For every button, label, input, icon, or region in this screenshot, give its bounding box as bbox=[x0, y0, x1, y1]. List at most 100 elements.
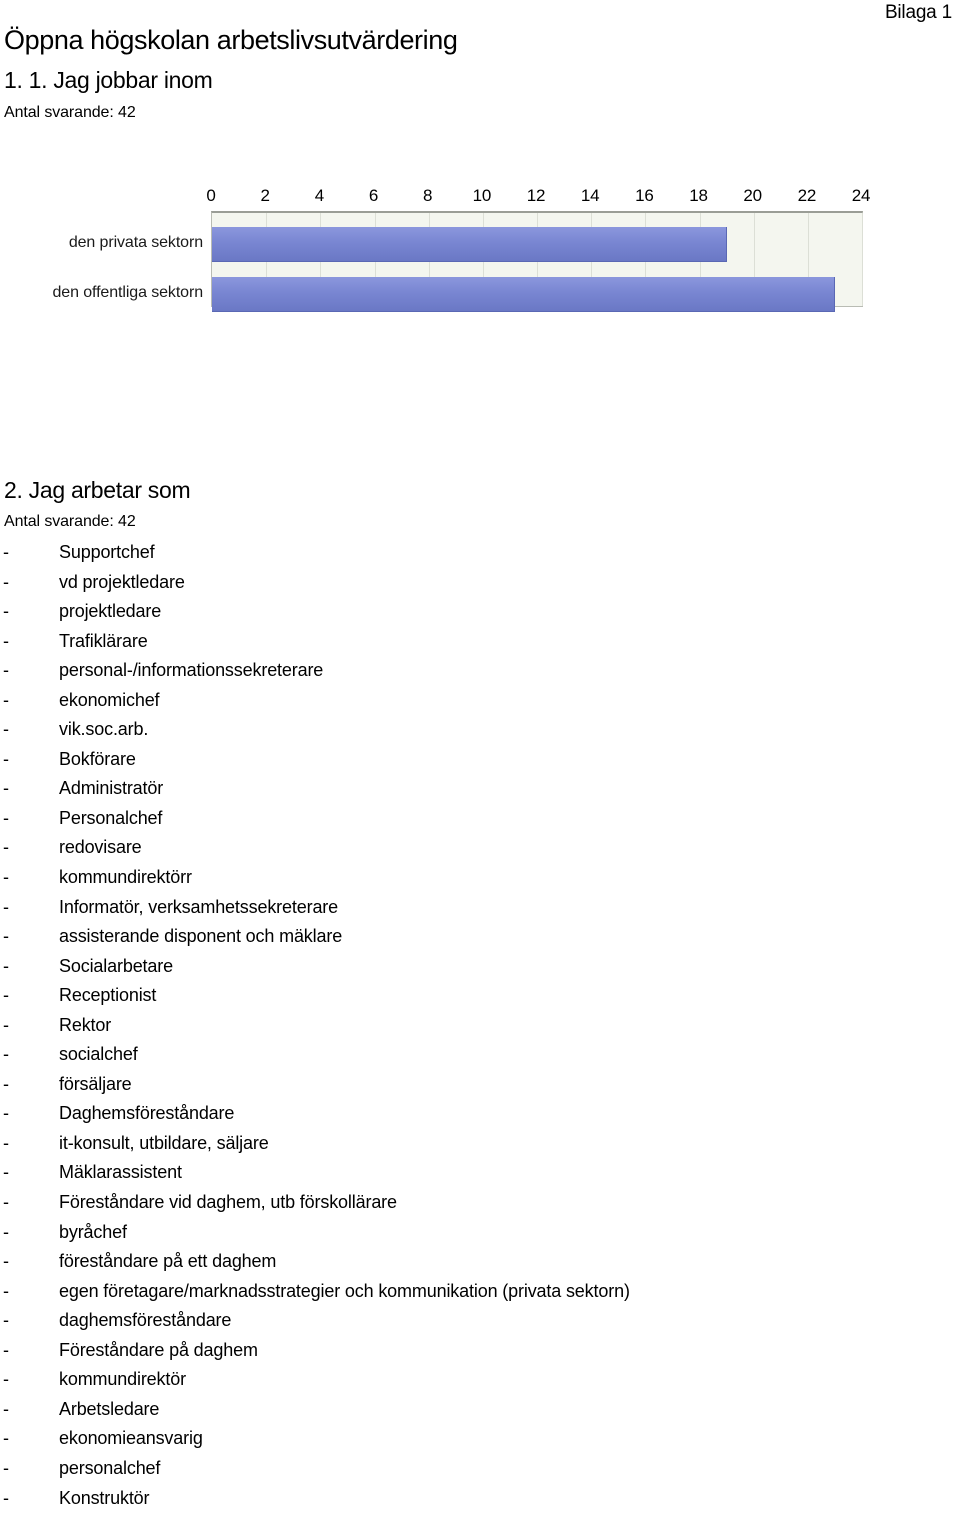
x-axis-tick-label: 0 bbox=[206, 185, 215, 206]
answer-text: projektledare bbox=[59, 597, 161, 627]
answer-list-item: - socialchef bbox=[0, 1040, 960, 1070]
answer-list-item: - Personalchef bbox=[0, 804, 960, 834]
bullet-dash: - bbox=[3, 922, 9, 952]
bullet-dash: - bbox=[3, 804, 9, 834]
answer-text: socialchef bbox=[59, 1040, 138, 1070]
answer-list-item: - försäljare bbox=[0, 1070, 960, 1100]
answer-list-item: - vd projektledare bbox=[0, 568, 960, 598]
bullet-dash: - bbox=[3, 1484, 9, 1513]
question2-respondents: Antal svarande: 42 bbox=[4, 512, 136, 532]
answer-text: personalchef bbox=[59, 1454, 160, 1484]
chart-category-label: den privata sektorn bbox=[3, 233, 203, 253]
answer-list-item: -personalchef bbox=[0, 1454, 960, 1484]
answer-text: Informatör, verksamhetssekreterare bbox=[59, 893, 338, 923]
answer-text: Receptionist bbox=[59, 981, 156, 1011]
answer-list-item: -ekonomichef bbox=[0, 686, 960, 716]
bullet-dash: - bbox=[3, 568, 9, 598]
x-axis-tick-label: 6 bbox=[369, 185, 378, 206]
answer-text: Socialarbetare bbox=[59, 952, 173, 982]
bullet-dash: - bbox=[3, 1099, 9, 1129]
answer-text: Mäklarassistent bbox=[59, 1158, 182, 1188]
chart-gridline bbox=[862, 213, 863, 306]
answer-text: egen företagare/marknadsstrategier och k… bbox=[59, 1277, 630, 1307]
answer-list-item: - vik.soc.arb. bbox=[0, 715, 960, 745]
question1-respondents: Antal svarande: 42 bbox=[4, 103, 136, 123]
bullet-dash: - bbox=[3, 981, 9, 1011]
answer-list-item: - Mäklarassistent bbox=[0, 1158, 960, 1188]
answer-text: vik.soc.arb. bbox=[59, 715, 148, 745]
answer-text: Daghemsföreståndare bbox=[59, 1099, 234, 1129]
x-axis-tick-label: 12 bbox=[527, 185, 546, 206]
answer-text: Föreståndare vid daghem, utb förskollära… bbox=[59, 1188, 397, 1218]
answer-text: Konstruktör bbox=[59, 1484, 149, 1513]
answer-list-item: - assisterande disponent och mäklare bbox=[0, 922, 960, 952]
bullet-dash: - bbox=[3, 863, 9, 893]
answer-text: kommundirektör bbox=[59, 1365, 186, 1395]
answer-text: byråchef bbox=[59, 1218, 127, 1248]
bullet-dash: - bbox=[3, 745, 9, 775]
bullet-dash: - bbox=[3, 1129, 9, 1159]
x-axis-tick-label: 2 bbox=[261, 185, 270, 206]
answer-list-item: - projektledare bbox=[0, 597, 960, 627]
bullet-dash: - bbox=[3, 627, 9, 657]
bullet-dash: - bbox=[3, 656, 9, 686]
answer-list-item: -Arbetsledare bbox=[0, 1395, 960, 1425]
question2-answer-list: -Supportchef-vd projektledare-projektled… bbox=[0, 538, 960, 1513]
answer-list-item: - ekonomieansvarig bbox=[0, 1424, 960, 1454]
answer-list-item: -Administratör bbox=[0, 774, 960, 804]
bullet-dash: - bbox=[3, 952, 9, 982]
answer-list-item: -kommundirektör bbox=[0, 1365, 960, 1395]
bullet-dash: - bbox=[3, 597, 9, 627]
question2-title: 2. Jag arbetar som bbox=[4, 476, 190, 504]
answer-text: Rektor bbox=[59, 1011, 111, 1041]
bullet-dash: - bbox=[3, 1011, 9, 1041]
bullet-dash: - bbox=[3, 1040, 9, 1070]
x-axis-tick-label: 14 bbox=[581, 185, 600, 206]
answer-list-item: -Supportchef bbox=[0, 538, 960, 568]
x-axis-tick-label: 16 bbox=[635, 185, 654, 206]
answer-text: Bokförare bbox=[59, 745, 136, 775]
answer-text: daghemsföreståndare bbox=[59, 1306, 231, 1336]
bullet-dash: - bbox=[3, 1218, 9, 1248]
bullet-dash: - bbox=[3, 1247, 9, 1277]
bullet-dash: - bbox=[3, 1070, 9, 1100]
x-axis-tick-label: 22 bbox=[798, 185, 817, 206]
bullet-dash: - bbox=[3, 715, 9, 745]
answer-text: personal-/informationssekreterare bbox=[59, 656, 323, 686]
bullet-dash: - bbox=[3, 1188, 9, 1218]
bullet-dash: - bbox=[3, 1277, 9, 1307]
bullet-dash: - bbox=[3, 1424, 9, 1454]
appendix-label: Bilaga 1 bbox=[885, 2, 952, 24]
answer-list-item: - Föreståndare vid daghem, utb förskollär… bbox=[0, 1188, 960, 1218]
bullet-dash: - bbox=[3, 1336, 9, 1366]
answer-text: försäljare bbox=[59, 1070, 132, 1100]
answer-text: Personalchef bbox=[59, 804, 162, 834]
answer-text: ekonomieansvarig bbox=[59, 1424, 203, 1454]
answer-list-item: - it-konsult, utbildare, säljare bbox=[0, 1129, 960, 1159]
answer-text: föreståndare på ett daghem bbox=[59, 1247, 276, 1277]
answer-list-item: - egen företagare/marknadsstrategier och … bbox=[0, 1277, 960, 1307]
answer-list-item: - föreståndare på ett daghem bbox=[0, 1247, 960, 1277]
bullet-dash: - bbox=[3, 774, 9, 804]
answer-list-item: - personal-/informationssekreterare bbox=[0, 656, 960, 686]
chart-bar bbox=[212, 277, 835, 312]
answer-list-item: - Receptionist bbox=[0, 981, 960, 1011]
answer-list-item: - Trafiklärare bbox=[0, 627, 960, 657]
bullet-dash: - bbox=[3, 1158, 9, 1188]
document-title: Öppna högskolan arbetslivsutvärdering bbox=[4, 24, 457, 56]
question1-title: 1. 1. Jag jobbar inom bbox=[4, 66, 213, 94]
answer-list-item: - Informatör, verksamhetssekreterare bbox=[0, 893, 960, 923]
answer-text: vd projektledare bbox=[59, 568, 185, 598]
chart-x-axis: 024681012141618202224 bbox=[211, 185, 861, 209]
chart-bar bbox=[212, 227, 727, 262]
answer-list-item: - kommundirektörr bbox=[0, 863, 960, 893]
answer-text: Trafiklärare bbox=[59, 627, 148, 657]
answer-text: kommundirektörr bbox=[59, 863, 192, 893]
x-axis-tick-label: 18 bbox=[689, 185, 708, 206]
question1-bar-chart: 024681012141618202224 den privata sektor… bbox=[0, 185, 880, 320]
bullet-dash: - bbox=[3, 893, 9, 923]
chart-category-labels: den privata sektornden offentliga sektor… bbox=[0, 211, 203, 304]
x-axis-tick-label: 24 bbox=[852, 185, 871, 206]
answer-text: it-konsult, utbildare, säljare bbox=[59, 1129, 269, 1159]
answer-text: assisterande disponent och mäklare bbox=[59, 922, 342, 952]
